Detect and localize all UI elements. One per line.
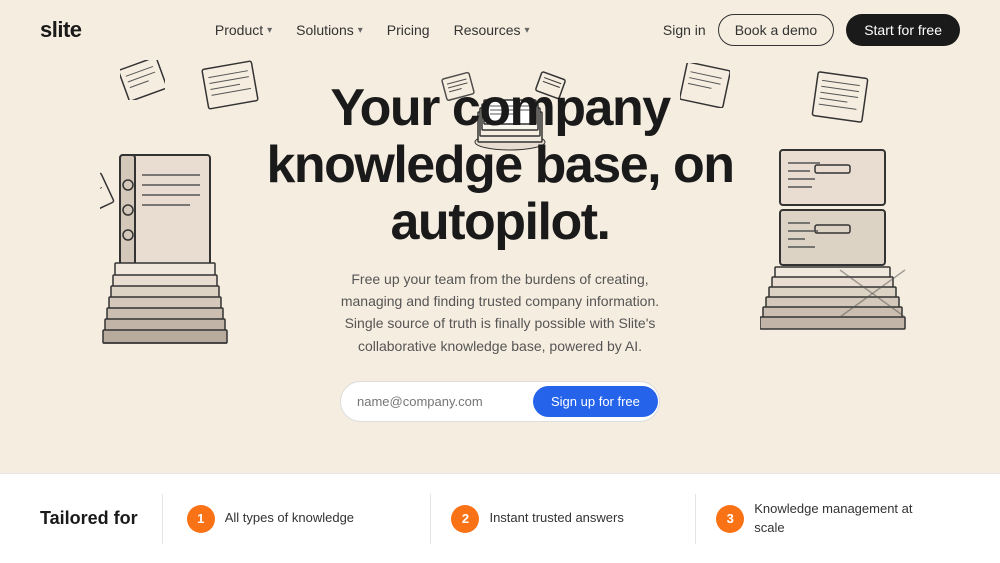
nav-link-pricing[interactable]: Pricing <box>387 22 430 38</box>
start-free-button[interactable]: Start for free <box>846 14 960 46</box>
nav-links: Product ▾ Solutions ▾ Pricing Resources … <box>215 22 530 38</box>
logo[interactable]: slite <box>40 17 82 43</box>
tailored-for-label: Tailored for <box>40 508 138 529</box>
feature-item-3: 3 Knowledge management at scale <box>716 500 940 536</box>
email-form: Sign up for free <box>340 381 660 422</box>
feature-number-2: 2 <box>451 505 479 533</box>
feature-number-3: 3 <box>716 505 744 533</box>
navbar: slite Product ▾ Solutions ▾ Pricing Reso… <box>0 0 1000 60</box>
feature-label-2: Instant trusted answers <box>489 509 623 527</box>
signup-button[interactable]: Sign up for free <box>533 386 658 417</box>
chevron-down-icon: ▾ <box>267 25 272 36</box>
feature-item-2: 2 Instant trusted answers <box>451 505 675 533</box>
nav-link-resources[interactable]: Resources ▾ <box>454 22 530 38</box>
book-demo-button[interactable]: Book a demo <box>718 14 835 46</box>
hero-subtitle: Free up your team from the burdens of cr… <box>320 268 680 358</box>
nav-item-pricing[interactable]: Pricing <box>387 22 430 38</box>
bottom-divider-1 <box>162 494 163 544</box>
bottom-divider-3 <box>695 494 696 544</box>
chevron-down-icon: ▾ <box>358 25 363 36</box>
sign-in-link[interactable]: Sign in <box>663 22 706 38</box>
nav-link-solutions[interactable]: Solutions ▾ <box>296 22 363 38</box>
feature-item-1: 1 All types of knowledge <box>187 505 411 533</box>
chevron-down-icon: ▾ <box>525 25 530 36</box>
nav-item-product[interactable]: Product ▾ <box>215 22 272 38</box>
nav-right: Sign in Book a demo Start for free <box>663 14 960 46</box>
nav-item-resources[interactable]: Resources ▾ <box>454 22 530 38</box>
feature-number-1: 1 <box>187 505 215 533</box>
feature-label-1: All types of knowledge <box>225 509 354 527</box>
nav-link-product[interactable]: Product ▾ <box>215 22 272 38</box>
nav-item-solutions[interactable]: Solutions ▾ <box>296 22 363 38</box>
bottom-bar: Tailored for 1 All types of knowledge 2 … <box>0 473 1000 563</box>
email-input[interactable] <box>357 394 533 409</box>
hero-section: Your company knowledge base, on autopilo… <box>0 60 1000 422</box>
bottom-divider-2 <box>430 494 431 544</box>
feature-label-3: Knowledge management at scale <box>754 500 940 536</box>
hero-title: Your company knowledge base, on autopilo… <box>240 80 760 252</box>
